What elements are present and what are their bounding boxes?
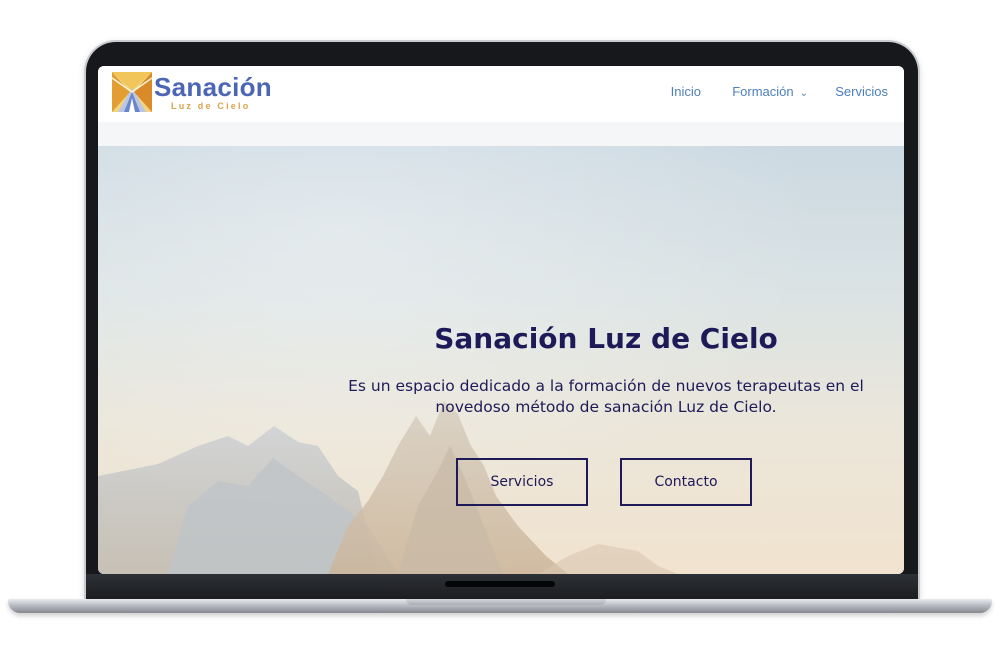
sun-rays-logo-icon bbox=[112, 72, 152, 112]
mountain-background-image bbox=[98, 401, 678, 574]
hero-title: Sanación Luz de Cielo bbox=[434, 322, 778, 355]
laptop-base bbox=[8, 599, 992, 613]
nav-item-label: Inicio bbox=[670, 84, 701, 99]
laptop-base-notch bbox=[406, 599, 606, 605]
site-header: Sanación Luz de Cielo Inicio Formación ⌄ … bbox=[98, 66, 904, 123]
header-sub-bar bbox=[98, 122, 904, 146]
servicios-button[interactable]: Servicios bbox=[456, 458, 588, 506]
site-logo[interactable]: Sanación Luz de Cielo bbox=[112, 72, 282, 116]
hero-description-line-2: novedoso método de sanación Luz de Cielo… bbox=[435, 398, 777, 416]
laptop-screen: Sanación Luz de Cielo Inicio Formación ⌄ … bbox=[98, 66, 904, 574]
hero-description: Es un espacio dedicado a la formación de… bbox=[308, 376, 904, 418]
logo-title: Sanación bbox=[154, 72, 272, 102]
hero-description-line-1: Es un espacio dedicado a la formación de… bbox=[348, 377, 864, 395]
nav-item-label: Servicios bbox=[835, 84, 888, 99]
hero-section: Sanación Luz de Cielo Es un espacio dedi… bbox=[98, 146, 904, 574]
laptop-lid-bottom-bezel bbox=[86, 574, 918, 600]
chevron-down-icon: ⌄ bbox=[799, 88, 808, 99]
nav-item-label: Formación bbox=[732, 84, 794, 99]
nav-item-formacion[interactable]: Formación ⌄ bbox=[732, 84, 808, 99]
contacto-button[interactable]: Contacto bbox=[620, 458, 752, 506]
nav-item-inicio[interactable]: Inicio bbox=[671, 84, 701, 99]
logo-subtitle: Luz de Cielo bbox=[171, 101, 251, 111]
laptop-lid: Sanación Luz de Cielo Inicio Formación ⌄ … bbox=[86, 42, 918, 600]
nav-item-servicios[interactable]: Servicios bbox=[835, 84, 888, 99]
laptop-hinge bbox=[445, 581, 555, 587]
